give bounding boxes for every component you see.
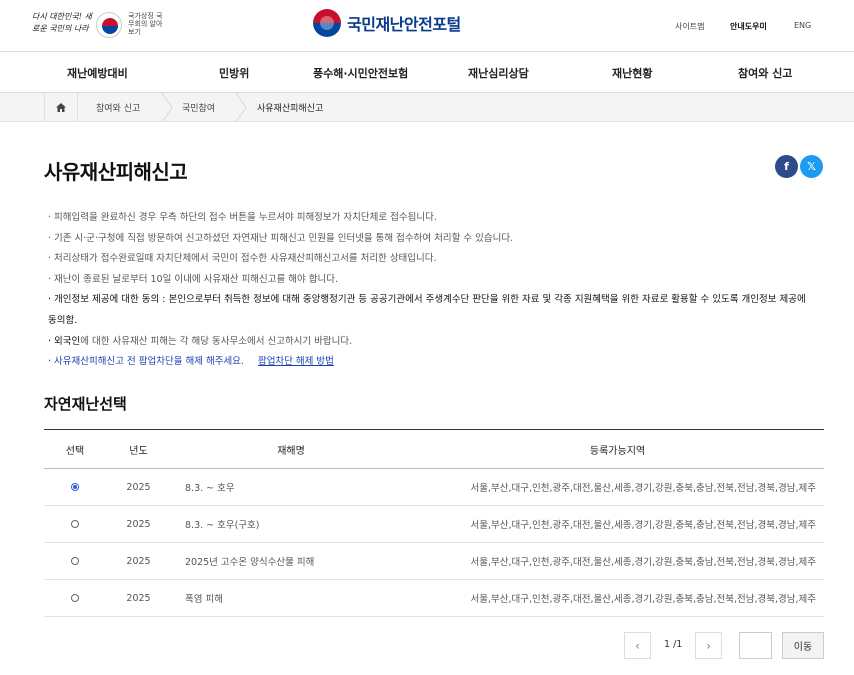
disaster-name-cell: 8.3. ~ 호우(구호) — [171, 505, 411, 543]
chevron-right-icon: › — [706, 638, 711, 653]
column-header-regions: 등록가능지역 — [411, 429, 824, 469]
next-page-button[interactable]: › — [695, 632, 722, 659]
column-header-year: 년도 — [106, 429, 171, 469]
disaster-name-cell: 2025년 고수온 양식수산물 피해 — [171, 542, 411, 580]
portal-logo[interactable]: 국민재난안전포털 — [313, 8, 461, 38]
notice-item: · 재난이 종료된 날로부터 10일 이내에 사유재산 피해신고를 해야 합니다… — [48, 273, 339, 285]
breadcrumb-participation[interactable]: 참여와 신고 — [96, 101, 140, 114]
nav-civil-defense[interactable]: 민방위 — [219, 65, 249, 81]
notice-list: · 피해입력을 완료하신 경우 우측 하단의 접수 버튼을 누르셔야 피해정보가… — [48, 208, 808, 373]
portal-logo-text: 국민재난안전포털 — [347, 15, 461, 34]
facebook-share-button[interactable]: f — [775, 155, 798, 178]
regions-cell: 서울,부산,대구,인천,광주,대전,울산,세종,경기,강원,충북,충남,전북,전… — [411, 505, 824, 543]
year-cell: 2025 — [106, 542, 171, 580]
table-row[interactable]: 2025 8.3. ~ 호우 서울,부산,대구,인천,광주,대전,울산,세종,경기,… — [44, 468, 824, 506]
main-nav: 재난예방대비 민방위 풍수해·시민안전보험 재난심리상담 재난현황 참여와 신고 — [0, 53, 854, 93]
popup-unblock-link[interactable]: 팝업차단 해제 방법 — [258, 356, 334, 367]
x-icon: 𝕏 — [807, 160, 816, 173]
go-page-button[interactable]: 이동 — [782, 632, 824, 659]
select-cell — [44, 468, 106, 506]
notice-foreigner-text: 에 대한 사유재산 피해는 각 해당 동사무소에서 신고하시기 바랍니다. — [80, 335, 353, 347]
chevron-left-icon: ‹ — [635, 638, 640, 653]
column-header-select: 선택 — [44, 429, 106, 469]
nav-disaster-status[interactable]: 재난현황 — [612, 65, 652, 81]
disaster-radio[interactable] — [71, 483, 79, 491]
facebook-icon: f — [784, 160, 789, 173]
breadcrumb-current: 사유재산피해신고 — [257, 104, 324, 114]
disaster-table: 선택 년도 재해명 등록가능지역 2025 8.3. ~ 호우 서울,부산,대구,인… — [44, 429, 824, 617]
regions-cell: 서울,부산,대구,인천,광주,대전,울산,세종,경기,강원,충북,충남,전북,전… — [411, 542, 824, 580]
regions-cell: 서울,부산,대구,인천,광주,대전,울산,세종,경기,강원,충북,충남,전북,전… — [411, 579, 824, 617]
disaster-name-cell: 8.3. ~ 호우 — [171, 468, 411, 506]
government-emblem-icon — [313, 9, 341, 37]
disaster-name-cell: 폭염 피해 — [171, 579, 411, 617]
nav-disaster-prevention[interactable]: 재난예방대비 — [67, 65, 128, 81]
gov-symbol-link[interactable]: 국가상징 국무회의 알아보기 — [128, 12, 168, 36]
home-icon — [56, 103, 66, 112]
prev-page-button[interactable]: ‹ — [624, 632, 651, 659]
site-header: 다시 대한민국! 새로운 국민의 나라 국가상징 국무회의 알아보기 국민재난안… — [0, 0, 854, 52]
breadcrumb: 참여와 신고 국민참여 사유재산피해신고 — [0, 93, 854, 122]
column-header-name: 재해명 — [171, 429, 411, 469]
notice-item: · 피해입력을 완료하신 경우 우측 하단의 접수 버튼을 누르셔야 피해정보가… — [48, 212, 437, 223]
disaster-radio[interactable] — [71, 557, 79, 565]
guide-link[interactable]: 안내도우미 — [730, 21, 767, 32]
eng-link[interactable]: ENG — [794, 21, 811, 30]
breadcrumb-chevron-icon — [161, 93, 173, 122]
nav-participation[interactable]: 참여와 신고 — [738, 65, 792, 81]
select-cell — [44, 579, 106, 617]
table-row[interactable]: 2025 폭염 피해 서울,부산,대구,인천,광주,대전,울산,세종,경기,강원,충… — [44, 579, 824, 617]
disaster-radio[interactable] — [71, 594, 79, 602]
select-cell — [44, 542, 106, 580]
disaster-radio[interactable] — [71, 520, 79, 528]
page-number-input[interactable] — [739, 632, 772, 659]
section-title: 자연재난선택 — [44, 395, 127, 413]
year-cell: 2025 — [106, 505, 171, 543]
notice-popup: · 사유재산피해신고 전 팝업차단을 해제 해주세요. 팝업차단 해제 방법 — [48, 352, 808, 373]
nav-insurance[interactable]: 풍수해·시민안전보험 — [313, 65, 408, 81]
taegeuk-icon — [96, 12, 122, 38]
notice-privacy-consent: · 개인정보 제공에 대한 동의 : 본인으로부터 취득한 정보에 대해 중앙행… — [48, 294, 806, 326]
table-row[interactable]: 2025 8.3. ~ 호우(구호) 서울,부산,대구,인천,광주,대전,울산,세종… — [44, 505, 824, 543]
select-cell — [44, 505, 106, 543]
page-title: 사유재산피해신고 — [44, 160, 188, 184]
breadcrumb-public[interactable]: 국민참여 — [182, 101, 215, 114]
notice-foreigner-label: · 외국인 — [48, 335, 81, 347]
slogan-logo[interactable]: 다시 대한민국! 새로운 국민의 나라 — [32, 11, 92, 39]
notice-item: · 처리상태가 접수완료일때 자치단체에서 국민이 접수한 사유재산피해신고서를… — [48, 253, 437, 265]
notice-foreigner: · 외국인에 대한 사유재산 피해는 각 해당 동사무소에서 신고하시기 바랍니… — [48, 332, 808, 353]
sitemap-link[interactable]: 사이트맵 — [675, 21, 704, 32]
year-cell: 2025 — [106, 579, 171, 617]
x-share-button[interactable]: 𝕏 — [800, 155, 823, 178]
nav-counseling[interactable]: 재난심리상담 — [468, 65, 529, 81]
page-indicator: 1 /1 — [664, 639, 683, 650]
table-header-row: 선택 년도 재해명 등록가능지역 — [44, 429, 824, 469]
regions-cell: 서울,부산,대구,인천,광주,대전,울산,세종,경기,강원,충북,충남,전북,전… — [411, 468, 824, 506]
home-button[interactable] — [44, 93, 78, 122]
notice-item: · 기존 시·군·구청에 직접 방문하여 신고하셨던 자연재난 피해신고 민원을… — [48, 232, 514, 244]
table-row[interactable]: 2025 2025년 고수온 양식수산물 피해 서울,부산,대구,인천,광주,대전,… — [44, 542, 824, 580]
notice-popup-text: · 사유재산피해신고 전 팝업차단을 해제 해주세요. — [48, 356, 244, 368]
year-cell: 2025 — [106, 468, 171, 506]
breadcrumb-chevron-icon — [235, 93, 247, 122]
